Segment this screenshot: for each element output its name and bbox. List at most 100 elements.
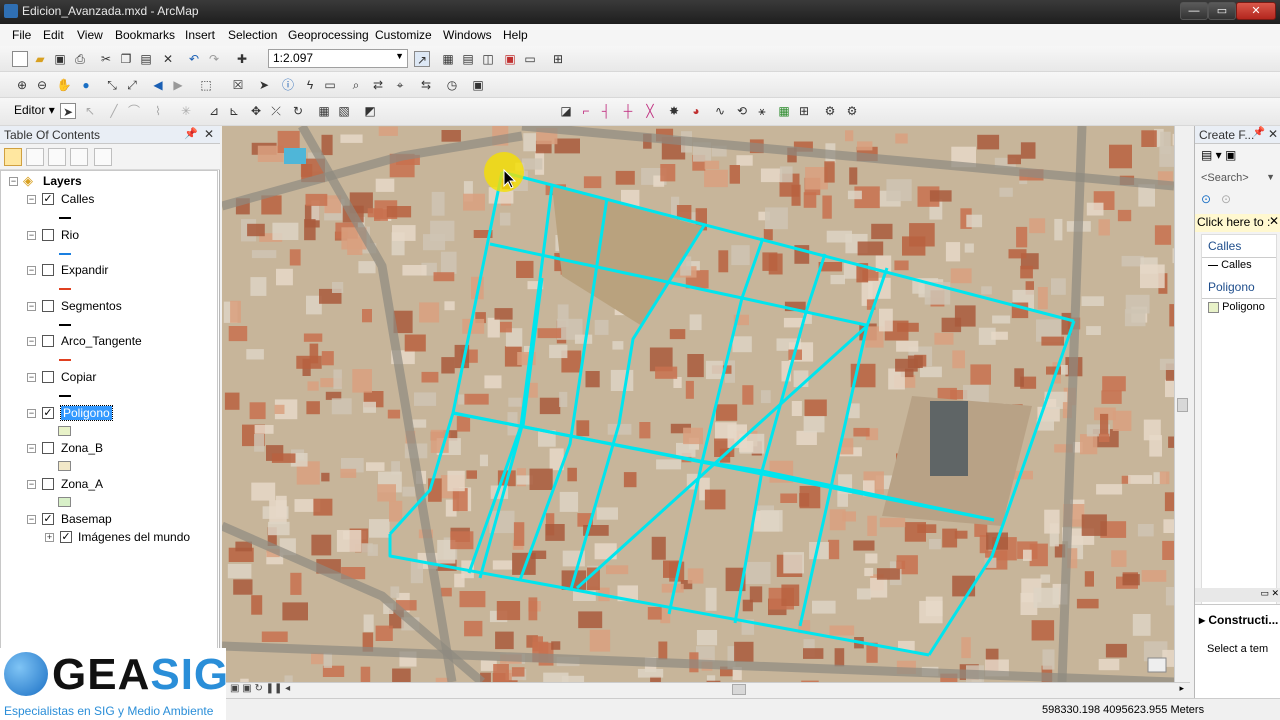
maximize-button[interactable]: ▭ [1208, 2, 1236, 20]
full-extent-icon[interactable]: ● [78, 77, 94, 93]
layer-segmentos[interactable]: − Segmentos [1, 298, 217, 316]
end-point-arc-icon[interactable]: ⌒ [126, 103, 142, 119]
line-symbol[interactable] [59, 324, 71, 326]
menu-geoprocessing[interactable]: Geoprocessing [288, 28, 369, 42]
collapse-icon[interactable]: − [27, 266, 36, 275]
advanced-edit-copy-icon[interactable]: ◪ [558, 103, 574, 119]
map-canvas[interactable] [222, 126, 1174, 682]
copy-parallel-icon[interactable]: ⊞ [796, 103, 812, 119]
scroll-thumb[interactable] [732, 684, 746, 695]
close-icon[interactable]: ✕ [1268, 127, 1278, 141]
collapse-icon[interactable]: − [27, 409, 36, 418]
time-slider-icon[interactable]: ◷ [444, 77, 460, 93]
template-search-input[interactable]: <Search> ▼ [1201, 172, 1275, 188]
layer-zona-a[interactable]: − Zona_A [1, 476, 217, 494]
menu-selection[interactable]: Selection [228, 28, 277, 42]
close-icon[interactable]: ✕ [204, 127, 214, 141]
layer-label[interactable]: Zona_A [61, 477, 103, 491]
close-icon[interactable]: ✕ [1269, 214, 1279, 228]
sketch-properties-icon[interactable]: ▧ [336, 103, 352, 119]
search-icon[interactable]: ⊙ [1201, 192, 1211, 206]
layer-visibility-checkbox[interactable] [42, 371, 54, 383]
clear-search-icon[interactable]: ⊙ [1221, 192, 1231, 206]
create-viewer-icon[interactable]: ▣ [470, 77, 486, 93]
layer-label[interactable]: Arco_Tangente [61, 334, 142, 348]
cut-icon[interactable]: ✂ [98, 51, 114, 67]
fill-symbol[interactable] [58, 426, 71, 436]
layer-visibility-checkbox[interactable] [42, 300, 54, 312]
pin-icon[interactable]: 📌 [184, 127, 198, 140]
line-symbol[interactable] [59, 253, 71, 255]
line-symbol[interactable] [59, 217, 71, 219]
collapse-icon[interactable]: − [27, 302, 36, 311]
list-by-selection-icon[interactable] [70, 148, 88, 166]
menu-help[interactable]: Help [503, 28, 528, 42]
menu-windows[interactable]: Windows [443, 28, 492, 42]
forward-extent-icon[interactable]: ▶ [170, 77, 186, 93]
zoom-out-icon[interactable]: ⊖ [34, 77, 50, 93]
layer-visibility-checkbox[interactable]: ✓ [60, 531, 72, 543]
generalize-icon[interactable]: ◕ [688, 103, 704, 119]
close-icon[interactable]: ✕ [1271, 588, 1279, 599]
straight-segment-icon[interactable]: ╱ [106, 103, 122, 119]
construct-features-icon[interactable]: ⟲ [734, 103, 750, 119]
organize-templates-icon[interactable]: ▤ ▾ ▣ [1201, 148, 1236, 162]
layer-label[interactable]: Rio [61, 228, 79, 242]
python-window-icon[interactable]: ▭ [522, 51, 538, 67]
create-features-icon[interactable]: ◩ [362, 103, 378, 119]
print-icon[interactable]: ⎙ [72, 51, 88, 67]
back-extent-icon[interactable]: ◀ [150, 77, 166, 93]
collapse-icon[interactable]: − [27, 480, 36, 489]
expand-icon[interactable]: + [45, 533, 54, 542]
layer-zona-b[interactable]: − Zona_B [1, 440, 217, 458]
collapse-icon[interactable]: − [27, 444, 36, 453]
layer-visibility-checkbox[interactable]: ✓ [42, 407, 54, 419]
identify-icon[interactable]: ⓘ [280, 77, 296, 93]
collapse-icon[interactable]: − [27, 515, 36, 524]
save-icon[interactable]: ▣ [52, 51, 68, 67]
paste-icon[interactable]: ▤ [138, 51, 154, 67]
sublayer-imagenes-del-mundo[interactable]: + ✓ Imágenes del mundo [1, 529, 217, 547]
options-icon[interactable] [94, 148, 112, 166]
minimize-button[interactable]: — [1180, 2, 1208, 20]
map-horizontal-scrollbar[interactable]: ▣ ▣ ↻ ❚❚ ◂ ▸ [222, 682, 1190, 696]
copy-icon[interactable]: ❐ [118, 51, 134, 67]
list-by-visibility-icon[interactable] [48, 148, 66, 166]
layer-visibility-checkbox[interactable]: ✓ [42, 513, 54, 525]
select-elements-icon[interactable]: ➤ [256, 77, 272, 93]
click-here-hint[interactable]: Click here to : ✕ [1195, 214, 1280, 232]
zoom-in-icon[interactable]: ⊕ [14, 77, 30, 93]
rectangle-icon[interactable]: ▦ [776, 103, 792, 119]
collapse-icon[interactable]: − [27, 337, 36, 346]
layer-visibility-checkbox[interactable] [42, 264, 54, 276]
list-by-source-icon[interactable] [26, 148, 44, 166]
fill-symbol[interactable] [58, 497, 71, 507]
attributes-icon[interactable]: ▦ [316, 103, 332, 119]
topology-icon[interactable]: ⚙ [822, 103, 838, 119]
clear-selection-icon[interactable]: ☒ [230, 77, 246, 93]
find-icon[interactable]: ⌕ [348, 77, 364, 93]
arctoolbox-icon[interactable]: ▣ [502, 51, 518, 67]
rotate-icon[interactable]: ↻ [290, 103, 306, 119]
template-item-poligono[interactable]: Poligono [1208, 301, 1265, 313]
open-icon[interactable]: ▰ [32, 51, 48, 67]
layer-copiar[interactable]: − Copiar [1, 369, 217, 387]
menu-edit[interactable]: Edit [43, 28, 64, 42]
split-icon[interactable]: ⤫ [268, 103, 284, 119]
layer-label[interactable]: Copiar [61, 370, 96, 384]
find-route-icon[interactable]: ⇄ [370, 77, 386, 93]
line-symbol[interactable] [59, 359, 71, 361]
extend-icon[interactable]: ┤ [598, 103, 614, 119]
menu-file[interactable]: File [12, 28, 31, 42]
edit-annotation-icon[interactable]: ↖ [82, 103, 98, 119]
layer-visibility-checkbox[interactable] [42, 335, 54, 347]
editor-menu-button[interactable]: Editor ▾ [14, 103, 55, 117]
redo-icon[interactable]: ↷ [206, 51, 222, 67]
pan-icon[interactable]: ✋ [56, 77, 72, 93]
menu-insert[interactable]: Insert [185, 28, 215, 42]
layer-rio[interactable]: − Rio [1, 227, 217, 245]
point-icon[interactable]: ✳ [178, 103, 194, 119]
map-scale-dropdown[interactable]: 1:2.097 ▼ [268, 49, 408, 68]
trim-icon[interactable]: ┼ [620, 103, 636, 119]
layer-arco-tangente[interactable]: − Arco_Tangente [1, 333, 217, 351]
